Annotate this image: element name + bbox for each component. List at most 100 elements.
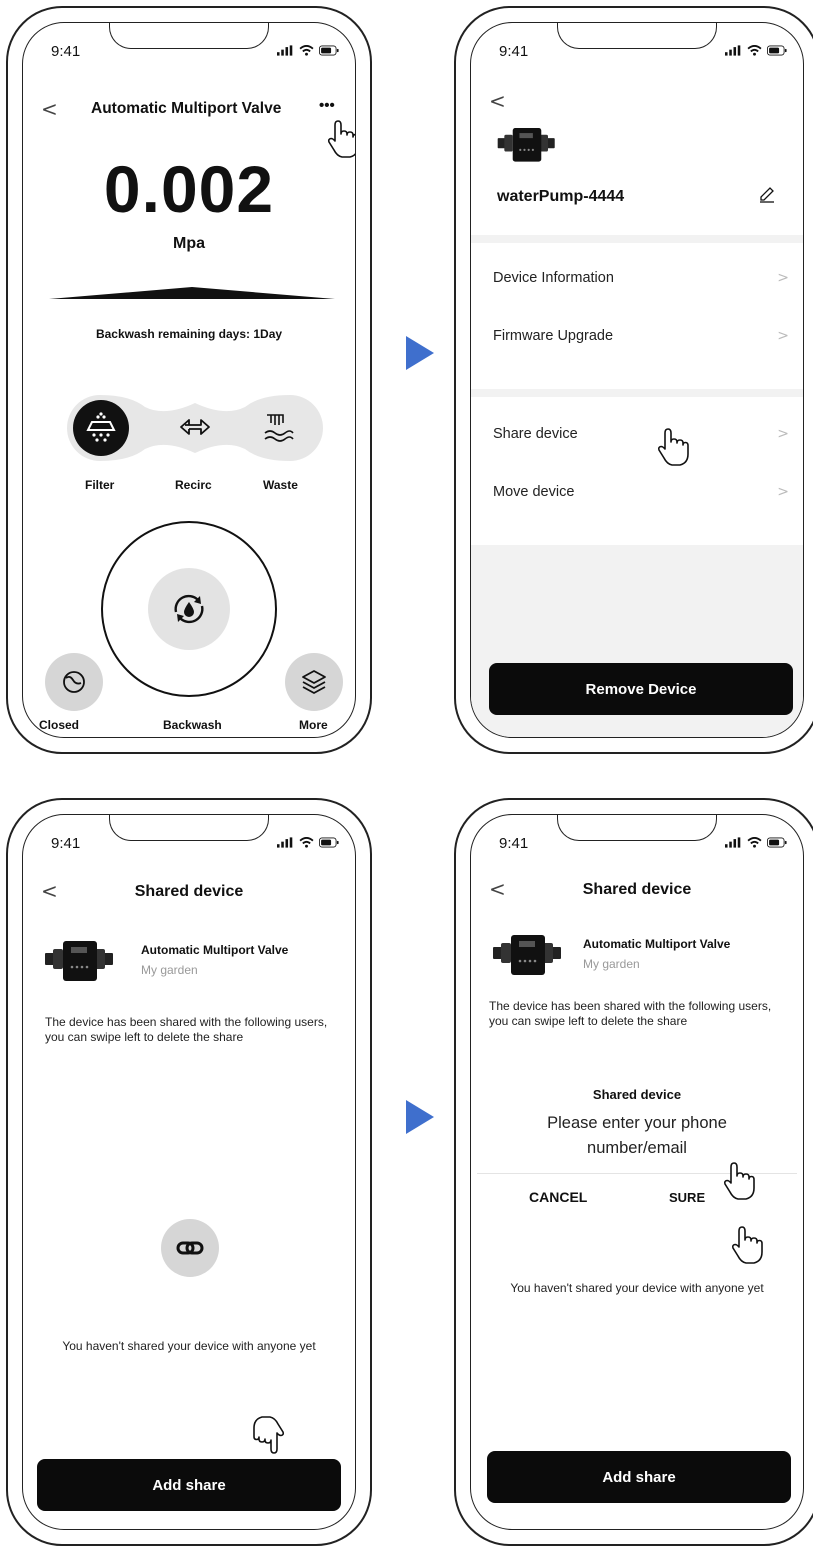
- page-title: Shared device: [582, 881, 692, 898]
- mode-recirc-button[interactable]: [177, 415, 213, 441]
- menu-device-information[interactable]: Device Information >: [471, 249, 803, 307]
- closed-label: Closed: [39, 718, 80, 732]
- page-title: Shared device: [134, 883, 244, 900]
- device-image: [497, 123, 557, 165]
- divider: [471, 389, 803, 397]
- menu-label: Device Information: [493, 270, 614, 286]
- divider: [471, 235, 803, 243]
- battery-icon: [767, 837, 787, 848]
- mode-recirc-label: Recirc: [175, 478, 212, 492]
- signal-icon: [725, 837, 742, 848]
- more-label: More: [299, 718, 328, 732]
- menu-share-device[interactable]: Share device >: [471, 405, 803, 463]
- tap-hand-icon: [729, 1225, 765, 1265]
- signal-icon: [725, 45, 742, 56]
- share-info-text: The device has been shared with the foll…: [45, 1015, 328, 1044]
- link-badge: [161, 1219, 219, 1277]
- pressure-gauge-bar: [49, 287, 335, 299]
- empty-share-text: You haven't shared your device with anyo…: [510, 1281, 764, 1295]
- tap-hand-icon: [251, 1415, 287, 1455]
- waste-icon: [264, 414, 294, 442]
- menu-label: Firmware Upgrade: [493, 328, 614, 344]
- dialog-title: Shared device: [592, 1087, 682, 1102]
- backwash-remaining-text: Backwash remaining days: 1Day: [95, 327, 283, 341]
- menu-label: Share device: [493, 426, 578, 442]
- wifi-icon: [299, 837, 314, 848]
- status-icons: [277, 45, 339, 56]
- backwash-cycle-icon: [174, 594, 204, 624]
- closed-button[interactable]: [45, 653, 103, 711]
- menu-move-device[interactable]: Move device >: [471, 463, 803, 521]
- closed-valve-icon: [63, 671, 85, 693]
- chevron-right-icon: >: [777, 328, 789, 344]
- status-icons: [725, 837, 787, 848]
- link-icon: [176, 1241, 204, 1255]
- device-image: [45, 935, 115, 985]
- device-location: My garden: [141, 963, 198, 977]
- chevron-right-icon: >: [777, 270, 789, 286]
- signal-icon: [277, 45, 294, 56]
- notch: [557, 815, 717, 841]
- filter-icon: [86, 412, 116, 442]
- notch: [109, 23, 269, 49]
- back-button[interactable]: <: [489, 89, 506, 113]
- notch: [557, 23, 717, 49]
- wifi-icon: [747, 45, 762, 56]
- add-share-button[interactable]: Add share: [37, 1459, 341, 1511]
- phone-device-settings: 9:41 < waterPump-4444 Device Information…: [454, 6, 813, 754]
- wifi-icon: [747, 837, 762, 848]
- phone-valve-control: 9:41 < Automatic Multiport Valve ••• 0.0…: [6, 6, 372, 754]
- sure-button[interactable]: SURE: [669, 1190, 705, 1205]
- screen-device-settings: 9:41 < waterPump-4444 Device Information…: [470, 22, 804, 738]
- layers-icon: [302, 670, 326, 694]
- notch: [109, 815, 269, 841]
- tap-hand-icon: [721, 1161, 757, 1201]
- device-image: [493, 929, 563, 979]
- mode-filter-button[interactable]: [73, 400, 129, 456]
- more-options-button[interactable]: •••: [319, 97, 335, 114]
- device-location: My garden: [583, 957, 640, 971]
- chevron-right-icon: >: [777, 426, 789, 442]
- device-name: waterPump-4444: [497, 188, 625, 205]
- status-icons: [725, 45, 787, 56]
- remove-device-button[interactable]: Remove Device: [489, 663, 793, 715]
- recirc-icon: [180, 419, 210, 435]
- page-title: Automatic Multiport Valve: [91, 100, 282, 117]
- mode-waste-button[interactable]: [261, 411, 297, 445]
- wifi-icon: [299, 45, 314, 56]
- edit-name-button[interactable]: [757, 183, 777, 203]
- more-button[interactable]: [285, 653, 343, 711]
- signal-icon: [277, 837, 294, 848]
- back-button[interactable]: <: [41, 97, 58, 121]
- tap-hand-icon: [655, 427, 691, 467]
- mode-filter-label: Filter: [85, 478, 115, 492]
- pencil-icon: [760, 187, 774, 203]
- chevron-right-icon: >: [777, 484, 789, 500]
- battery-icon: [319, 837, 339, 848]
- phone-shared-device-dialog: 9:41 < Shared device Automatic Multiport…: [454, 798, 813, 1546]
- add-share-button[interactable]: Add share: [487, 1451, 791, 1503]
- flow-arrow-1: [406, 336, 434, 370]
- phone-email-input[interactable]: Please enter your phone number/email: [517, 1111, 757, 1161]
- backwash-label: Backwash: [163, 718, 222, 732]
- phone-shared-device-empty: 9:41 < Shared device Automatic Multiport…: [6, 798, 372, 1546]
- battery-icon: [767, 45, 787, 56]
- status-time: 9:41: [51, 43, 81, 60]
- status-time: 9:41: [499, 835, 529, 852]
- status-icons: [277, 837, 339, 848]
- status-time: 9:41: [51, 835, 81, 852]
- pressure-value: 0.002: [103, 152, 275, 226]
- empty-share-text: You haven't shared your device with anyo…: [62, 1339, 316, 1353]
- pressure-unit: Mpa: [173, 235, 205, 252]
- backwash-button[interactable]: [148, 568, 230, 650]
- cancel-button[interactable]: CANCEL: [529, 1189, 587, 1205]
- share-info-text: The device has been shared with the foll…: [489, 999, 772, 1028]
- menu-label: Move device: [493, 484, 575, 500]
- status-time: 9:41: [499, 43, 529, 60]
- screen-valve-control: 9:41 < Automatic Multiport Valve ••• 0.0…: [22, 22, 356, 738]
- flow-arrow-2: [406, 1100, 434, 1134]
- menu-firmware-upgrade[interactable]: Firmware Upgrade >: [471, 307, 803, 365]
- mode-waste-label: Waste: [263, 478, 298, 492]
- battery-icon: [319, 45, 339, 56]
- screen-shared-device-dialog: 9:41 < Shared device Automatic Multiport…: [470, 814, 804, 1530]
